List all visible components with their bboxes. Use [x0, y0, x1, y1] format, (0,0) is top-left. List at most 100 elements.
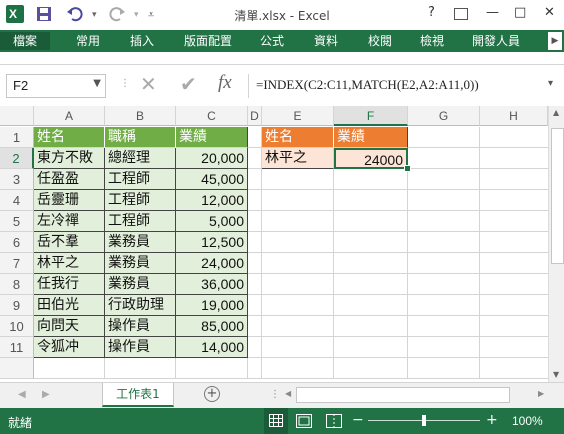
tab-formulas[interactable]: 公式	[260, 32, 284, 50]
cell-a2[interactable]: 東方不敗	[34, 148, 105, 169]
horizontal-scroll-thumb[interactable]	[296, 387, 510, 403]
add-sheet-button[interactable]: +	[204, 386, 220, 402]
column-header-c[interactable]: C	[176, 106, 248, 126]
column-header-b[interactable]: B	[105, 106, 176, 126]
name-box[interactable]: F2 ▼	[6, 74, 106, 98]
tab-review[interactable]: 校閱	[368, 32, 392, 50]
cell-c2[interactable]: 20,000	[176, 148, 248, 169]
cell-b10[interactable]: 操作員	[105, 316, 176, 337]
row-header-5[interactable]: 5	[0, 211, 34, 232]
ribbon-scroll-right-button[interactable]: ▶	[548, 32, 562, 50]
row-header-10[interactable]: 10	[0, 316, 34, 337]
tab-data[interactable]: 資料	[314, 32, 338, 50]
sheet-nav-right-icon[interactable]: ▶	[42, 389, 50, 400]
page-layout-view-icon[interactable]	[296, 413, 312, 432]
close-button[interactable]: ✕	[544, 5, 555, 20]
cell-c9[interactable]: 19,000	[176, 295, 248, 316]
row-header-11[interactable]: 11	[0, 337, 34, 358]
maximize-button[interactable]: □	[514, 5, 526, 20]
scroll-down-icon[interactable]: ▼	[553, 370, 559, 379]
vertical-scrollbar[interactable]: ▲ ▼	[548, 106, 564, 382]
tab-insert[interactable]: 插入	[130, 32, 154, 50]
cell-b1[interactable]: 職稱	[105, 127, 176, 148]
cell-a3[interactable]: 任盈盈	[34, 169, 105, 190]
row-header-6[interactable]: 6	[0, 232, 34, 253]
expand-formula-bar-icon[interactable]: ▾	[548, 78, 553, 89]
zoom-in-button[interactable]: +	[486, 412, 498, 428]
cell-f1[interactable]: 業績	[334, 127, 408, 148]
cell-c6[interactable]: 12,500	[176, 232, 248, 253]
row-header-4[interactable]: 4	[0, 190, 34, 211]
row-header-9[interactable]: 9	[0, 295, 34, 316]
row-header-3[interactable]: 3	[0, 169, 34, 190]
cell-e1[interactable]: 姓名	[262, 127, 334, 148]
scroll-left-icon[interactable]: ◀	[285, 389, 291, 398]
cell-a10[interactable]: 向問天	[34, 316, 105, 337]
sheet-nav-left-icon[interactable]: ◀	[18, 389, 26, 400]
tab-home[interactable]: 常用	[76, 32, 100, 50]
column-header-e[interactable]: E	[262, 106, 334, 126]
cell-b7[interactable]: 業務員	[105, 253, 176, 274]
select-all-corner[interactable]	[0, 106, 34, 126]
formula-input[interactable]: =INDEX(C2:C11,MATCH(E2,A2:A11,0))	[252, 74, 563, 98]
scroll-right-icon[interactable]: ▶	[538, 389, 544, 398]
tab-split-handle-icon[interactable]: ⋮	[270, 389, 280, 400]
normal-view-button[interactable]	[264, 408, 288, 434]
zoom-out-button[interactable]: −	[352, 412, 364, 428]
cell-b3[interactable]: 工程師	[105, 169, 176, 190]
scroll-up-icon[interactable]: ▲	[553, 108, 559, 117]
resize-handle-icon[interactable]: ⋮	[120, 78, 130, 89]
cell-c8[interactable]: 36,000	[176, 274, 248, 295]
cell-b8[interactable]: 業務員	[105, 274, 176, 295]
column-header-g[interactable]: G	[408, 106, 480, 126]
row-header-7[interactable]: 7	[0, 253, 34, 274]
cell-c4[interactable]: 12,000	[176, 190, 248, 211]
chevron-down-icon[interactable]: ▼	[93, 78, 101, 89]
zoom-slider-thumb[interactable]	[422, 415, 426, 426]
cell-a6[interactable]: 岳不羣	[34, 232, 105, 253]
row-header-8[interactable]: 8	[0, 274, 34, 295]
ribbon-display-button[interactable]	[454, 8, 468, 20]
cell-c11[interactable]: 14,000	[176, 337, 248, 358]
cell-b9[interactable]: 行政助理	[105, 295, 176, 316]
cell-c5[interactable]: 5,000	[176, 211, 248, 232]
cell-a1[interactable]: 姓名	[34, 127, 105, 148]
cell-c1[interactable]: 業績	[176, 127, 248, 148]
cell-c3[interactable]: 45,000	[176, 169, 248, 190]
cell-b2[interactable]: 總經理	[105, 148, 176, 169]
cell-f2-selected[interactable]: 24000	[334, 148, 408, 169]
cell-b6[interactable]: 業務員	[105, 232, 176, 253]
cell-a4[interactable]: 岳靈珊	[34, 190, 105, 211]
cell-a7[interactable]: 林平之	[34, 253, 105, 274]
fill-handle[interactable]	[404, 165, 411, 172]
column-header-a[interactable]: A	[34, 106, 105, 126]
cell-b4[interactable]: 工程師	[105, 190, 176, 211]
cell-a11[interactable]: 令狐冲	[34, 337, 105, 358]
worksheet-grid[interactable]: A B C D E F G H 1 2 3 4 5 6 7 8 9 10 11 …	[0, 106, 548, 379]
zoom-level[interactable]: 100%	[512, 414, 543, 428]
enter-icon[interactable]: ✔	[180, 72, 197, 96]
tab-page-layout[interactable]: 版面配置	[184, 32, 232, 50]
cell-c10[interactable]: 85,000	[176, 316, 248, 337]
cell-a9[interactable]: 田伯光	[34, 295, 105, 316]
page-break-view-icon[interactable]	[326, 413, 342, 432]
column-header-d[interactable]: D	[248, 106, 262, 126]
cell-a8[interactable]: 任我行	[34, 274, 105, 295]
tab-view[interactable]: 檢視	[420, 32, 444, 50]
minimize-button[interactable]: —	[486, 5, 499, 20]
cell-e2[interactable]: 林平之	[262, 148, 334, 169]
column-header-f[interactable]: F	[334, 106, 408, 126]
insert-function-icon[interactable]: fx	[218, 72, 232, 94]
sheet-tab-active[interactable]: 工作表1	[102, 383, 174, 407]
cell-b5[interactable]: 工程師	[105, 211, 176, 232]
row-header-12[interactable]	[0, 358, 34, 379]
row-header-1[interactable]: 1	[0, 127, 34, 148]
help-button[interactable]: ?	[428, 5, 435, 20]
tab-file[interactable]: 檔案	[0, 32, 50, 50]
cancel-icon[interactable]: ✕	[140, 72, 157, 96]
column-header-h[interactable]: H	[480, 106, 548, 126]
tab-developer[interactable]: 開發人員	[472, 32, 520, 50]
cell-a5[interactable]: 左冷禪	[34, 211, 105, 232]
cell-b11[interactable]: 操作員	[105, 337, 176, 358]
row-header-2[interactable]: 2	[0, 148, 34, 169]
